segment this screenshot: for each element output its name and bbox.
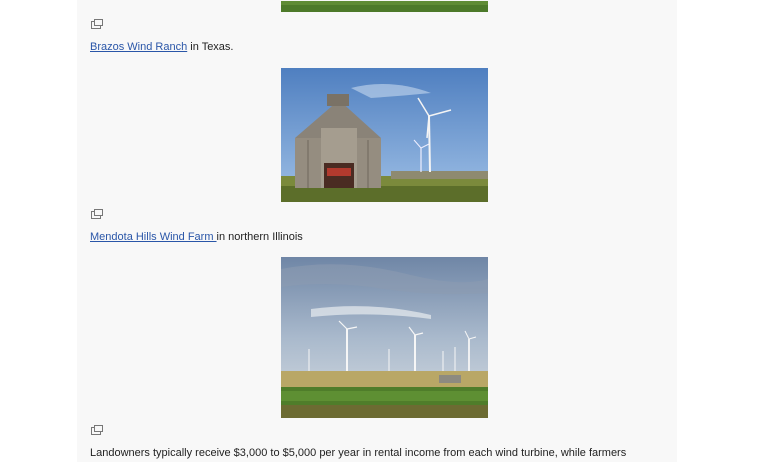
rental-income-paragraph: Landowners typically receive $3,000 to $…	[90, 447, 627, 459]
brazos-wind-ranch-link[interactable]: Brazos Wind Ranch	[90, 41, 187, 53]
caption-brazos: Brazos Wind Ranch in Texas.	[90, 41, 234, 53]
barn-image	[281, 68, 488, 202]
caption-mendota: Mendota Hills Wind Farm in northern Illi…	[90, 231, 303, 243]
wind-ranch-photo[interactable]	[281, 0, 488, 12]
barn-wind-turbine-photo[interactable]	[281, 68, 488, 202]
caption-text: in northern Illinois	[216, 231, 303, 243]
wind-ranch-image	[281, 1, 488, 12]
enlarge-icon[interactable]	[91, 422, 103, 435]
wind-farm-photo[interactable]	[281, 257, 488, 418]
caption-text: in Texas.	[187, 41, 234, 53]
mendota-hills-wind-farm-link[interactable]: Mendota Hills Wind Farm	[90, 231, 217, 243]
enlarge-icon[interactable]	[91, 16, 103, 29]
wind-farm-image	[281, 257, 488, 418]
enlarge-icon[interactable]	[91, 206, 103, 219]
